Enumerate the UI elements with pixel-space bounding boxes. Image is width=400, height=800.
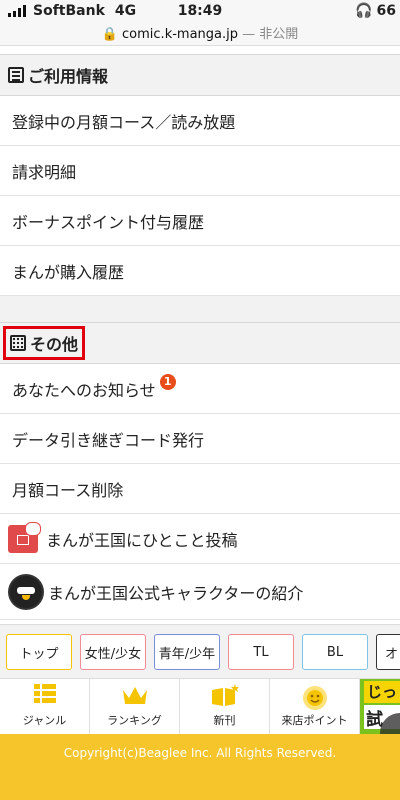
nav-visit-points[interactable]: 来店ポイント [270,679,360,734]
menu-item-bonus-history[interactable]: ボーナスポイント付与履歴 [0,196,400,246]
footer: Copyright(c)Beaglee Inc. All Rights Rese… [0,734,400,800]
menu-item-subscription[interactable]: 登録中の月額コース／読み放題 [0,96,400,146]
section-title-usage: ご利用情報 [8,63,108,87]
section-title-other: その他 [2,326,86,360]
tab-label: 女性/少女 [84,646,142,662]
nav-label: ランキング [107,714,162,727]
headphones-icon: 🎧 [355,3,373,19]
mailbox-icon [8,521,41,553]
menu-item-notifications[interactable]: あなたへのお知らせ 1 [0,364,400,414]
menu-item-label: 登録中の月額コース／読み放題 [12,112,236,132]
character-icon [10,575,42,608]
bottom-nav: ジャンル ランキング 新刊 来店ポイント じっ 試 [0,678,400,734]
genre-list-icon [33,684,56,704]
page-content: ご利用情報 登録中の月額コース／読み放題 請求明細 ボーナスポイント付与履歴 ま… [0,46,400,620]
nav-new[interactable]: 新刊 [180,679,270,734]
nav-label: ジャンル [22,714,67,727]
status-right: 🎧 66 [355,3,396,19]
menu-item-label: 請求明細 [12,162,77,182]
tab-top[interactable]: トップ [6,634,72,670]
tab-female[interactable]: 女性/少女 [80,634,146,670]
new-book-icon [211,684,239,706]
tab-label: 青年/少年 [158,646,216,662]
section-title-text: その他 [30,335,79,354]
address-bar[interactable]: 🔒 comic.k-manga.jp — 非公開 [0,23,400,42]
menu-item-billing[interactable]: 請求明細 [0,146,400,196]
lock-icon: 🔒 [101,27,118,42]
crown-icon [122,687,147,704]
menu-item-label: 月額コース削除 [12,480,124,500]
section-header-other: その他 [0,322,400,364]
promo-banner[interactable]: じっ 試 [360,679,400,734]
menu-item-label: まんが王国にひとこと投稿 [46,530,238,550]
tab-other[interactable]: オ [376,634,400,670]
menu-item-label: データ引き継ぎコード発行 [12,430,205,450]
top-spacer [0,46,400,54]
sun-face-icon [302,686,327,710]
nav-label: 来店ポイント [281,714,348,727]
tab-label: TL [253,644,269,660]
notification-badge: 1 [159,373,176,390]
tab-label: トップ [19,646,59,662]
genre-tabs: トップ 女性/少女 青年/少年 TL BL オ [0,624,400,678]
promo-line-1: じっ [364,681,400,703]
menu-item-post-comment[interactable]: まんが王国にひとこと投稿 [0,514,400,564]
tab-label: BL [326,644,344,660]
clock: 18:49 [177,3,223,19]
nav-ranking[interactable]: ランキング [90,679,180,734]
section-gap [0,296,400,322]
menu-item-label: ボーナスポイント付与履歴 [12,212,205,232]
url-text: comic.k-manga.jp [122,27,238,42]
tab-label: オ [385,646,399,662]
menu-item-purchase-history[interactable]: まんが購入履歴 [0,246,400,296]
grid-icon [10,335,26,351]
section-title-text: ご利用情報 [28,67,109,86]
menu-item-label: あなたへのお知らせ [12,380,156,400]
tab-bl[interactable]: BL [302,634,368,670]
copyright-text: Copyright(c)Beaglee Inc. All Rights Rese… [63,746,337,760]
section-header-usage: ご利用情報 [0,54,400,96]
menu-item-label: まんが王国公式キャラクターの紹介 [48,583,304,603]
menu-item-label: まんが購入履歴 [12,262,125,282]
tab-youth[interactable]: 青年/少年 [154,634,220,670]
battery-level: 66 [376,3,396,19]
menu-item-transfer-code[interactable]: データ引き継ぎコード発行 [0,414,400,464]
url-suffix: — 非公開 [242,27,299,42]
menu-item-characters[interactable]: まんが王国公式キャラクターの紹介 [0,564,400,620]
status-bar: SoftBank 4G 18:49 🎧 66 🔒 comic.k-manga.j… [0,0,400,46]
nav-genre[interactable]: ジャンル [0,679,90,734]
nav-label: 新刊 [213,714,236,727]
tab-tl[interactable]: TL [228,634,294,670]
menu-item-delete-course[interactable]: 月額コース削除 [0,464,400,514]
list-icon [8,67,24,83]
